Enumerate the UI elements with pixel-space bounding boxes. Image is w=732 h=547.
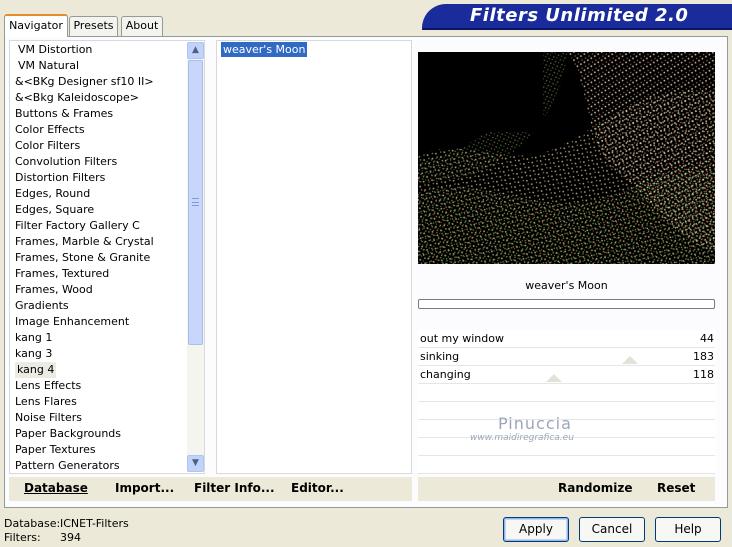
category-item[interactable]: &<Bkg Kaleidoscope>	[15, 90, 139, 106]
param-row	[418, 384, 715, 402]
scroll-down-icon[interactable]: ▼	[187, 455, 204, 472]
scroll-up-icon[interactable]: ▲	[187, 42, 204, 59]
filters-count-label: Filters:	[4, 531, 41, 544]
slider-marker-icon[interactable]	[622, 356, 638, 364]
category-item[interactable]: Convolution Filters	[15, 154, 117, 170]
help-button[interactable]: Help	[655, 517, 721, 542]
category-item[interactable]: Color Filters	[15, 138, 80, 154]
category-item[interactable]: Filter Factory Gallery C	[15, 218, 140, 234]
category-item[interactable]: Lens Flares	[15, 394, 77, 410]
database-button[interactable]: Database	[24, 481, 88, 495]
category-item[interactable]: &<BKg Designer sf10 II>	[15, 74, 154, 90]
category-item[interactable]: Edges, Round	[15, 186, 90, 202]
filter-list[interactable]	[216, 40, 412, 474]
filter-info-button[interactable]: Filter Info...	[194, 481, 275, 495]
progress-bar	[418, 299, 715, 309]
category-item[interactable]: Distortion Filters	[15, 170, 105, 186]
category-item[interactable]: Image Enhancement	[15, 314, 129, 330]
param-value[interactable]: 183	[650, 348, 714, 366]
category-item[interactable]: Paper Backgrounds	[15, 426, 121, 442]
filters-count-value: 394	[60, 531, 81, 544]
database-value: ICNET-Filters	[60, 517, 129, 530]
category-item[interactable]: Frames, Textured	[15, 266, 109, 282]
category-item[interactable]: Frames, Wood	[15, 282, 93, 298]
category-item[interactable]: Color Effects	[15, 122, 85, 138]
tab-about[interactable]: About	[121, 16, 163, 36]
param-name: out my window	[420, 332, 504, 345]
category-item-selected[interactable]: kang 4	[15, 362, 57, 378]
tab-navigator[interactable]: Navigator	[4, 14, 68, 37]
param-value[interactable]: 44	[650, 330, 714, 348]
category-item[interactable]: Gradients	[15, 298, 69, 314]
param-value[interactable]: 118	[650, 366, 714, 384]
category-item[interactable]: Frames, Stone & Granite	[15, 250, 150, 266]
category-item[interactable]: kang 1	[15, 330, 52, 346]
cancel-button[interactable]: Cancel	[579, 517, 645, 542]
database-label: Database:	[4, 517, 61, 530]
grip-icon	[192, 198, 199, 206]
category-item[interactable]: Paper Textures	[15, 442, 96, 458]
slider-marker-icon[interactable]	[546, 374, 562, 382]
category-item[interactable]: VM Natural	[18, 58, 79, 74]
category-item[interactable]: Noise Filters	[15, 410, 82, 426]
apply-button[interactable]: Apply	[503, 517, 569, 542]
category-item[interactable]: Edges, Square	[15, 202, 94, 218]
watermark-url: www.maidiregrafica.eu	[470, 433, 574, 443]
category-item[interactable]: VM Distortion	[18, 42, 92, 58]
reset-button[interactable]: Reset	[657, 481, 695, 495]
category-item[interactable]: kang 3	[15, 346, 52, 362]
preview-image	[418, 52, 715, 264]
param-row	[418, 456, 715, 474]
param-name: sinking	[420, 350, 460, 363]
preview-filter-name: weaver's Moon	[525, 279, 608, 292]
preview-artwork	[418, 52, 715, 264]
editor-button[interactable]: Editor...	[291, 481, 344, 495]
category-item[interactable]: Lens Effects	[15, 378, 81, 394]
category-item[interactable]: Pattern Generators	[15, 458, 120, 474]
filter-item-selected[interactable]: weaver's Moon	[221, 42, 308, 57]
tab-presets[interactable]: Presets	[69, 16, 118, 36]
category-item[interactable]: Frames, Marble & Crystal	[15, 234, 154, 250]
category-item[interactable]: Buttons & Frames	[15, 106, 113, 122]
app-title: Filters Unlimited 2.0	[470, 5, 689, 26]
randomize-button[interactable]: Randomize	[558, 481, 632, 495]
param-name: changing	[420, 368, 471, 381]
watermark-name: Pinuccia	[498, 414, 572, 433]
import-button[interactable]: Import...	[115, 481, 174, 495]
